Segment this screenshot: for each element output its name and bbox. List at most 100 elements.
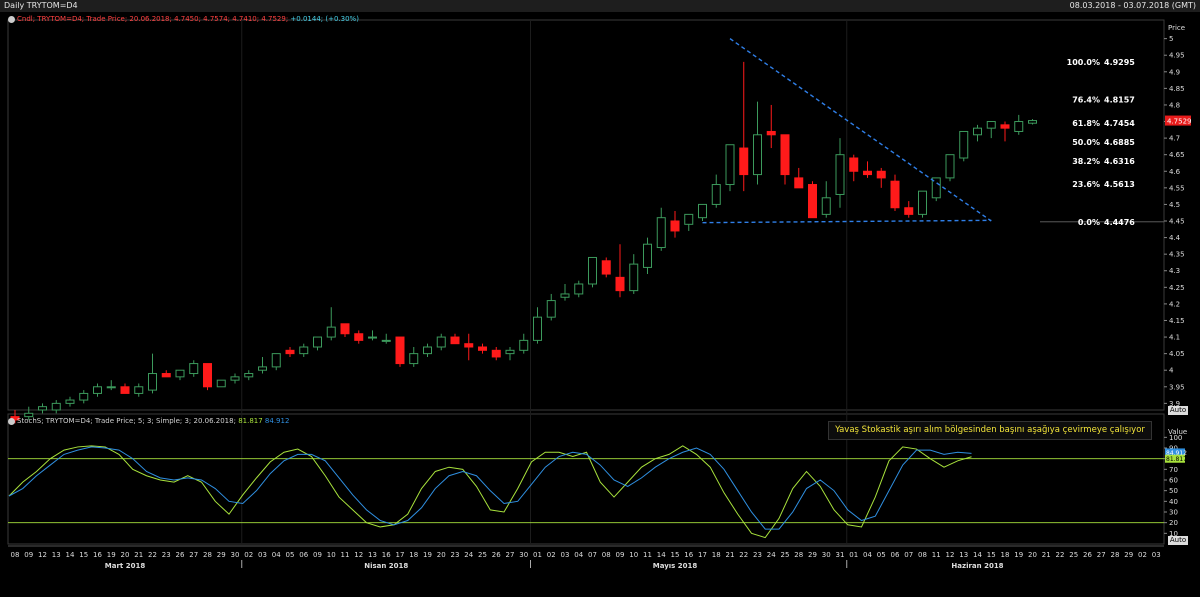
x-day-label: 25 bbox=[478, 551, 487, 559]
candle-body bbox=[436, 336, 446, 348]
annotation-box: Yavaş Stokastik aşırı alım bölgesinden b… bbox=[828, 421, 1152, 440]
stoch-tick-label: 70 bbox=[1169, 466, 1178, 474]
x-day-label: 08 bbox=[602, 551, 611, 559]
x-day-label: 09 bbox=[616, 551, 625, 559]
candle-body bbox=[945, 154, 955, 179]
stoch-auto-button[interactable]: Auto bbox=[1168, 536, 1188, 545]
price-tick-label: 4.7 bbox=[1169, 135, 1180, 143]
candle-body bbox=[216, 379, 226, 388]
x-month-label: Mart 2018 bbox=[105, 562, 146, 570]
candle-body bbox=[808, 184, 817, 219]
x-day-label: 20 bbox=[437, 551, 446, 559]
candle-body bbox=[918, 190, 927, 215]
price-auto-button[interactable]: Auto bbox=[1168, 406, 1188, 415]
x-day-label: 14 bbox=[66, 551, 75, 559]
fib-level-label: 50.0% bbox=[1072, 138, 1100, 147]
candle-body bbox=[615, 276, 625, 292]
x-day-label: 22 bbox=[739, 551, 748, 559]
x-day-label: 15 bbox=[671, 551, 680, 559]
x-day-label: 11 bbox=[643, 551, 652, 559]
price-tick-label: 4.85 bbox=[1169, 85, 1185, 93]
x-day-label: 28 bbox=[203, 551, 212, 559]
candle-body bbox=[51, 402, 61, 411]
candle-body bbox=[863, 170, 872, 176]
price-tick-label: 5 bbox=[1169, 35, 1173, 43]
price-tick-label: 4.65 bbox=[1169, 151, 1185, 159]
price-tick-label: 3.95 bbox=[1169, 383, 1185, 391]
candle-body bbox=[326, 326, 336, 338]
price-tick-label: 4.3 bbox=[1169, 267, 1180, 275]
x-day-label: 30 bbox=[231, 551, 240, 559]
candle-body bbox=[684, 213, 694, 225]
candle bbox=[203, 363, 212, 391]
x-day-label: 17 bbox=[396, 551, 405, 559]
stoch-legend-k: 81.817 bbox=[238, 417, 263, 425]
x-day-label: 29 bbox=[808, 551, 817, 559]
chart-area[interactable]: 100.0% 4.929576.4% 4.815761.8% 4.745450.0% 4… bbox=[0, 12, 1200, 597]
stoch-tick-label: 40 bbox=[1169, 498, 1178, 506]
candle bbox=[945, 154, 955, 182]
x-day-label: 14 bbox=[973, 551, 982, 559]
x-day-label: 18 bbox=[1001, 551, 1010, 559]
candle-body bbox=[739, 147, 749, 176]
x-day-label: 30 bbox=[519, 551, 528, 559]
x-day-label: 26 bbox=[176, 551, 185, 559]
stoch-k-badge-label: 81.817 bbox=[1166, 456, 1187, 463]
stoch-tick-label: 50 bbox=[1169, 487, 1178, 495]
candle-body bbox=[725, 144, 735, 186]
fib-level-value: 4.6885 bbox=[1104, 138, 1135, 147]
candle-body bbox=[258, 366, 267, 371]
fib-level-value: 4.4476 bbox=[1104, 218, 1135, 227]
fib-level-label: 0.0% bbox=[1078, 218, 1100, 227]
last-price-label: 4.7529 bbox=[1167, 118, 1192, 126]
candle-body bbox=[409, 353, 419, 365]
legend-settings-icon[interactable] bbox=[8, 15, 15, 23]
x-day-label: 04 bbox=[574, 551, 583, 559]
x-day-label: 11 bbox=[341, 551, 350, 559]
x-day-label: 09 bbox=[24, 551, 33, 559]
x-day-label: 23 bbox=[451, 551, 460, 559]
price-tick-label: 4.4 bbox=[1169, 234, 1181, 242]
candle-body bbox=[753, 134, 762, 176]
x-day-label: 22 bbox=[1056, 551, 1065, 559]
candle bbox=[959, 130, 969, 162]
stoch-tick-label: 60 bbox=[1169, 477, 1178, 485]
x-month-label: Nisan 2018 bbox=[364, 562, 408, 570]
price-tick-label: 4.6 bbox=[1169, 168, 1181, 176]
x-day-label: 25 bbox=[781, 551, 790, 559]
candle-body bbox=[230, 376, 240, 381]
x-day-label: 18 bbox=[712, 551, 721, 559]
candle-body bbox=[65, 399, 75, 404]
candle-body bbox=[106, 386, 116, 389]
x-day-label: 05 bbox=[877, 551, 886, 559]
x-day-label: 17 bbox=[698, 551, 707, 559]
price-tick-label: 4.5 bbox=[1169, 201, 1180, 209]
x-day-label: 13 bbox=[959, 551, 968, 559]
stoch-tick-label: 100 bbox=[1169, 434, 1182, 442]
x-day-label: 23 bbox=[753, 551, 762, 559]
x-day-label: 12 bbox=[354, 551, 363, 559]
candle-body bbox=[271, 353, 281, 368]
fib-level-label: 100.0% bbox=[1067, 58, 1100, 67]
x-month-label: Mayıs 2018 bbox=[653, 562, 698, 570]
x-day-label: 20 bbox=[121, 551, 130, 559]
x-day-label: 21 bbox=[1042, 551, 1051, 559]
date-range: 08.03.2018 - 03.07.2018 (GMT) bbox=[1069, 1, 1196, 10]
candle-body bbox=[656, 217, 666, 249]
stoch-settings-icon[interactable] bbox=[8, 417, 15, 425]
chart-title: Daily TRYTOM=D4 bbox=[4, 1, 78, 10]
x-day-label: 16 bbox=[684, 551, 693, 559]
x-day-label: 03 bbox=[561, 551, 570, 559]
candle-body bbox=[395, 336, 405, 365]
candle bbox=[918, 190, 927, 218]
x-day-label: 02 bbox=[547, 551, 556, 559]
x-day-label: 23 bbox=[162, 551, 171, 559]
x-day-label: 28 bbox=[794, 551, 803, 559]
x-day-label: 19 bbox=[107, 551, 116, 559]
stoch-tick-label: 20 bbox=[1169, 519, 1178, 527]
x-day-label: 05 bbox=[286, 551, 295, 559]
x-day-label: 02 bbox=[244, 551, 253, 559]
price-tick-label: 4.55 bbox=[1169, 184, 1185, 192]
x-day-label: 22 bbox=[148, 551, 157, 559]
x-day-label: 27 bbox=[189, 551, 198, 559]
